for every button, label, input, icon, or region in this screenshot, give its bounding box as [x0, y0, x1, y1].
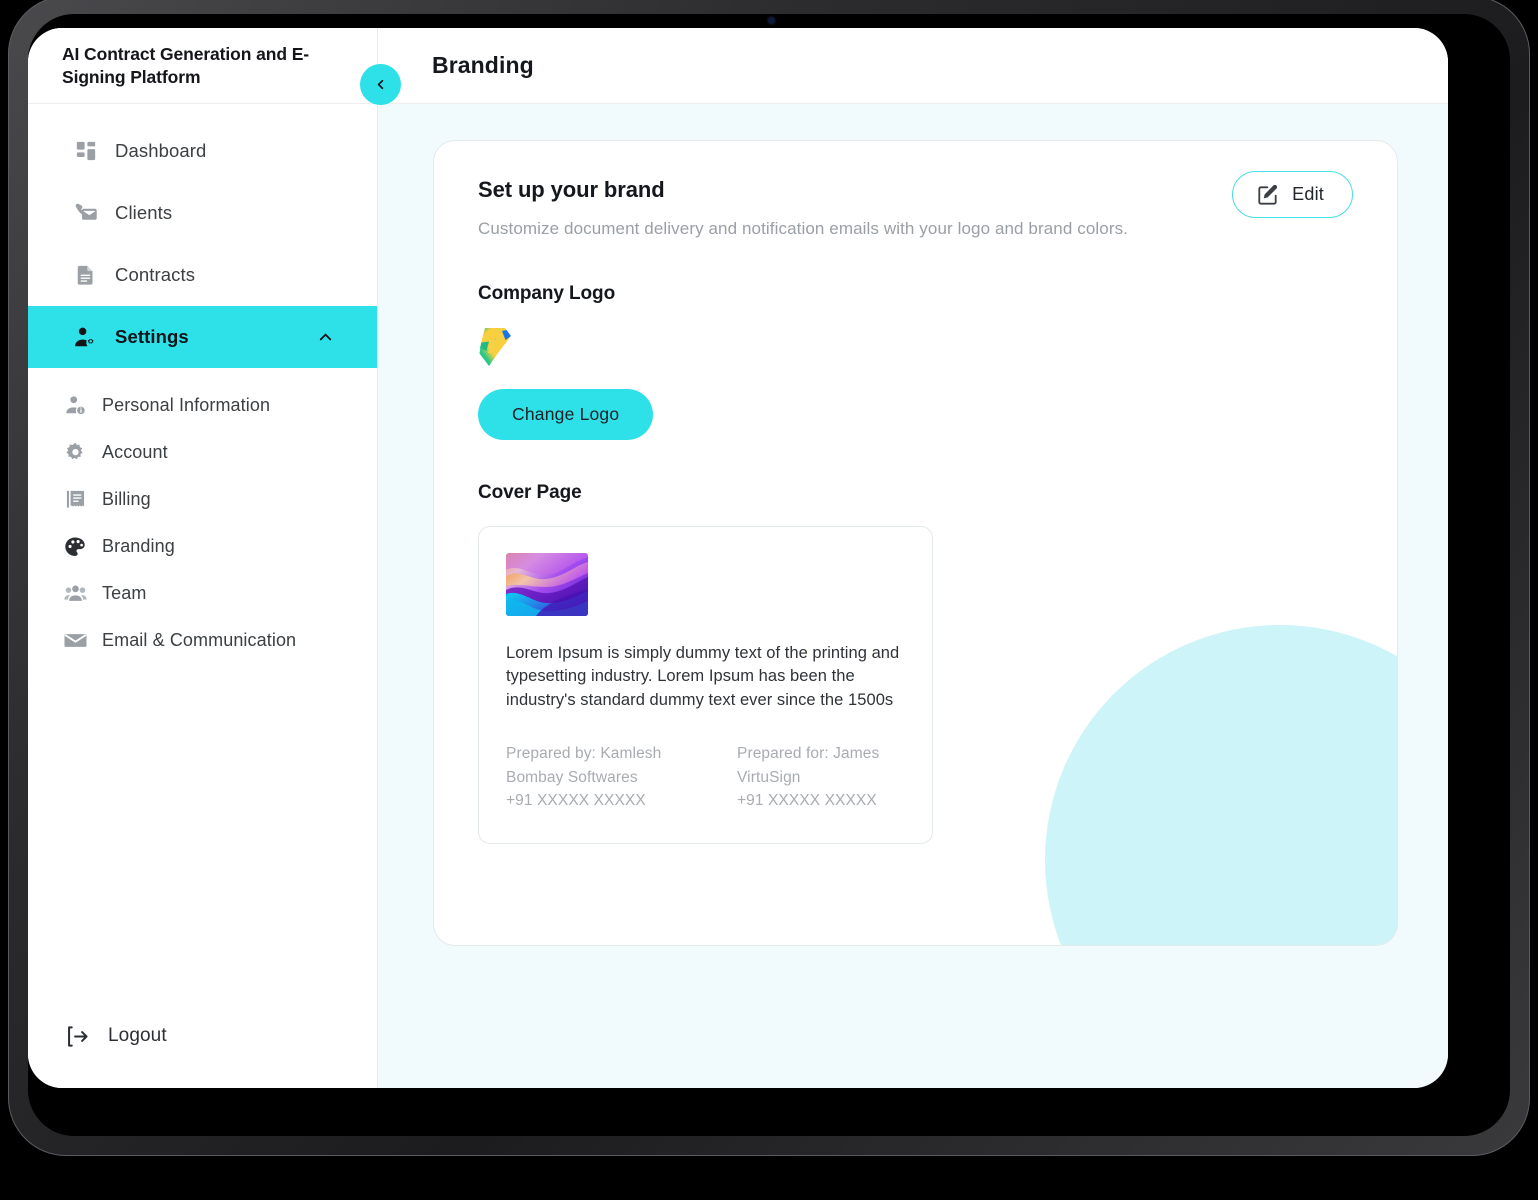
gear-icon [62, 440, 88, 466]
card-header: Set up your brand Customize document del… [478, 171, 1353, 239]
change-logo-button[interactable]: Change Logo [478, 389, 654, 440]
sidebar-item-account[interactable]: Account [28, 429, 377, 476]
company-logo-mark [478, 327, 512, 367]
app-title: AI Contract Generation and E-Signing Pla… [62, 44, 309, 87]
sidebar-item-team[interactable]: Team [28, 570, 377, 617]
company-logo-section: Company Logo Change Logo [478, 283, 1353, 440]
card-subtitle: Customize document delivery and notifica… [478, 219, 1129, 238]
prepared-for-block: Prepared for: James VirtuSign +91 XXXXX … [737, 742, 902, 813]
edit-button[interactable]: Edit [1232, 171, 1353, 218]
sidebar-item-contracts[interactable]: Contracts [28, 244, 377, 306]
sidebar-item-label: Dashboard [115, 140, 207, 161]
sidebar: AI Contract Generation and E-Signing Pla… [28, 28, 401, 1088]
front-camera-icon [768, 17, 775, 24]
sidebar-item-email-communication[interactable]: Email & Communication [28, 617, 377, 664]
edit-button-label: Edit [1292, 184, 1324, 204]
sidebar-collapse-button[interactable] [360, 64, 401, 105]
sidebar-item-billing[interactable]: Billing [28, 476, 377, 523]
sidebar-item-label: Contracts [115, 264, 196, 285]
cover-gradient-thumbnail [506, 553, 588, 616]
clients-mail-icon [72, 200, 99, 227]
main-content: Branding Set up your brand Customize doc… [378, 28, 1448, 1088]
sidebar-item-dashboard[interactable]: Dashboard [28, 120, 377, 182]
prepared-by-name: Prepared by: Kamlesh [506, 745, 662, 763]
cover-page-section: Cover Page Lorem Ipsum is simply dummy t… [478, 482, 1353, 844]
sidebar-item-label: Email & Communication [102, 630, 297, 650]
sidebar-item-label: Team [102, 583, 147, 603]
receipt-icon [62, 487, 88, 513]
sidebar-item-label: Account [102, 442, 168, 462]
brand-setup-card: Set up your brand Customize document del… [433, 140, 1398, 946]
sidebar-item-label: Billing [102, 489, 151, 509]
sidebar-header: AI Contract Generation and E-Signing Pla… [28, 28, 377, 104]
main-body: Set up your brand Customize document del… [378, 104, 1448, 1088]
envelope-icon [62, 628, 88, 654]
company-logo-title: Company Logo [478, 283, 616, 304]
cover-page-title: Cover Page [478, 482, 582, 503]
sidebar-item-personal-information[interactable]: Personal Information [28, 382, 377, 429]
sidebar-item-clients[interactable]: Clients [28, 182, 377, 244]
dashboard-grid-icon [72, 138, 99, 165]
edit-pencil-icon [1257, 183, 1280, 206]
sidebar-item-label: Clients [115, 202, 173, 223]
sidebar-item-label: Branding [102, 536, 175, 556]
team-users-icon [62, 581, 88, 607]
cover-body-text: Lorem Ipsum is simply dummy text of the … [506, 644, 900, 709]
document-icon [72, 262, 99, 289]
chevron-up-icon[interactable] [316, 328, 335, 347]
sidebar-item-label: Settings [115, 326, 189, 347]
main-header: Branding [378, 28, 1448, 104]
cover-meta: Prepared by: Kamlesh Bombay Softwares +9… [506, 742, 905, 813]
chevron-left-icon [373, 77, 388, 92]
prepared-by-block: Prepared by: Kamlesh Bombay Softwares +9… [506, 742, 671, 813]
palette-icon [62, 534, 88, 560]
logout-label: Logout [108, 1025, 167, 1046]
logout-icon [64, 1023, 90, 1049]
prepared-by-phone: +91 XXXXX XXXXX [506, 792, 646, 810]
app-screen: AI Contract Generation and E-Signing Pla… [28, 28, 1448, 1088]
logout-button[interactable]: Logout [28, 1000, 377, 1072]
page-title: Branding [432, 52, 534, 78]
card-title: Set up your brand [478, 177, 665, 202]
user-settings-icon [72, 324, 99, 351]
sidebar-item-settings[interactable]: Settings [28, 306, 377, 368]
prepared-for-company: VirtuSign [737, 768, 801, 786]
prepared-for-phone: +91 XXXXX XXXXX [737, 792, 877, 810]
sidebar-item-label: Personal Information [102, 395, 271, 415]
prepared-for-name: Prepared for: James [737, 745, 880, 763]
cover-page-preview-card[interactable]: Lorem Ipsum is simply dummy text of the … [478, 526, 933, 844]
user-info-icon [62, 393, 88, 419]
sidebar-nav: Dashboard Clients Contracts Settings Per… [28, 104, 377, 1000]
prepared-by-company: Bombay Softwares [506, 768, 638, 786]
sidebar-item-branding[interactable]: Branding [28, 523, 377, 570]
